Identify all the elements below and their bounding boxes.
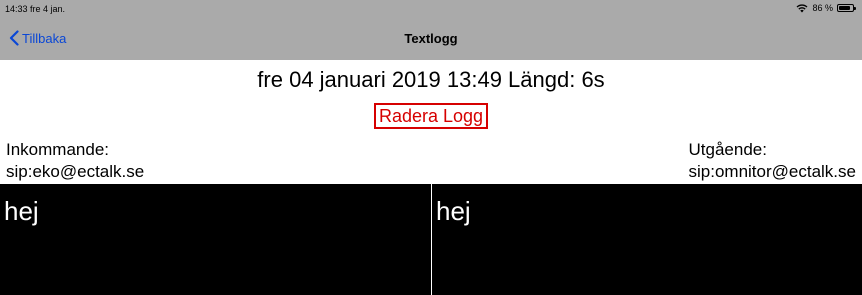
text-panels: hej hej xyxy=(0,184,862,295)
battery-icon xyxy=(837,4,856,12)
battery-fill xyxy=(839,6,851,10)
nav-bar: Tillbaka Textlogg xyxy=(0,18,862,60)
status-bar: 14:33 fre 4 jan. 86 % xyxy=(0,0,862,18)
status-time-date: 14:33 fre 4 jan. xyxy=(5,4,66,14)
incoming-party: Inkommande: sip:eko@ectalk.se xyxy=(6,139,144,183)
log-headline: fre 04 januari 2019 13:49 Längd: 6s xyxy=(257,67,605,92)
wifi-icon xyxy=(797,4,808,13)
page-title: Textlogg xyxy=(404,31,458,46)
outgoing-party: Utgående: sip:omnitor@ectalk.se xyxy=(689,139,857,183)
status-right: 86 % xyxy=(796,3,856,13)
outgoing-text-panel[interactable]: hej xyxy=(432,184,862,295)
outgoing-label: Utgående: xyxy=(688,140,767,159)
delete-log-button[interactable]: Radera Logg xyxy=(373,103,489,129)
incoming-text-panel[interactable]: hej xyxy=(0,184,431,295)
delete-wrap: Radera Logg xyxy=(0,103,862,129)
incoming-address: sip:eko@ectalk.se xyxy=(6,162,145,181)
battery-percent: 86 % xyxy=(812,3,833,13)
outgoing-address: sip:omnitor@ectalk.se xyxy=(688,162,857,181)
incoming-label: Inkommande: xyxy=(6,140,109,159)
